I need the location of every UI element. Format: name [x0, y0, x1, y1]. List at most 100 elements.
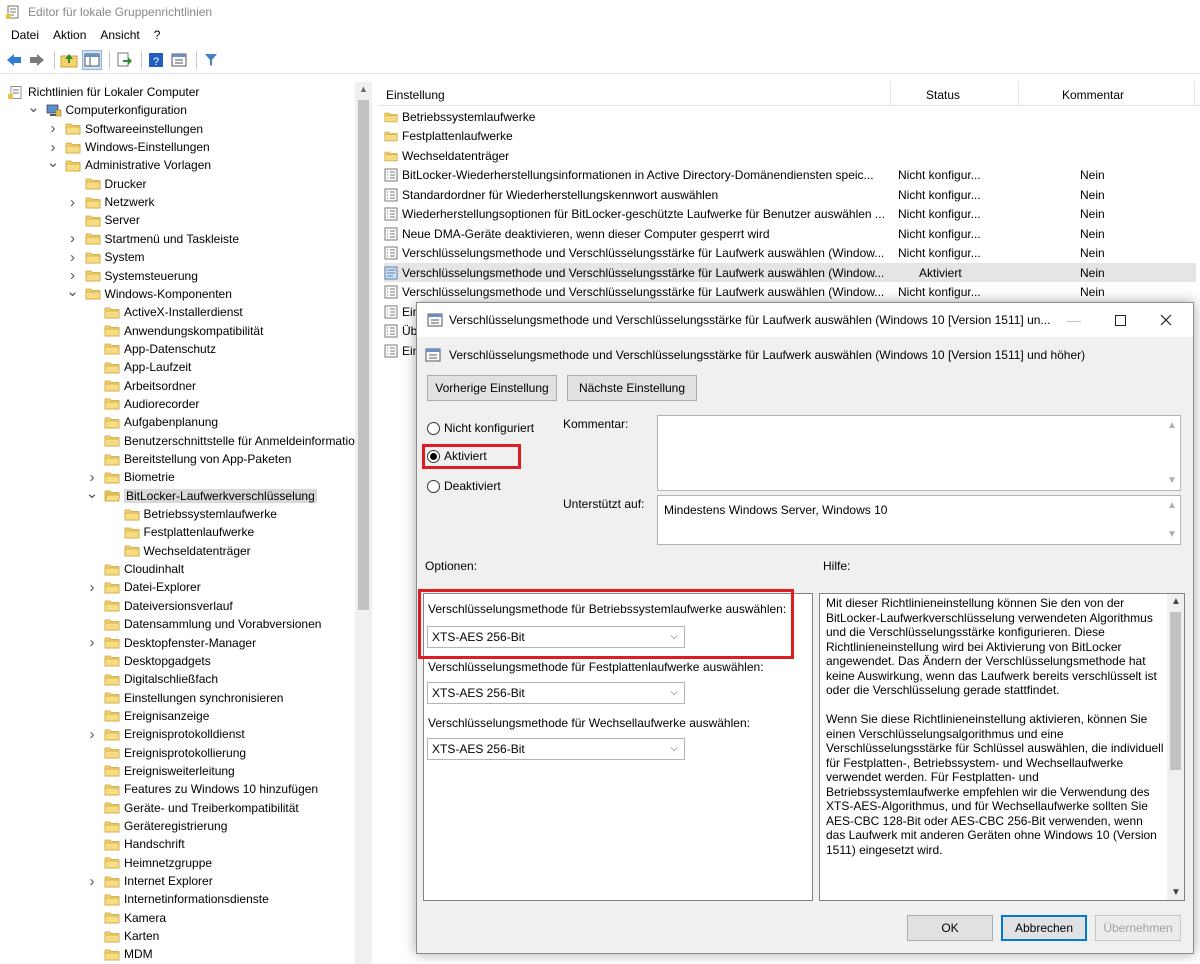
tree-item[interactable]: ⌄ Computerkonfiguration — [27, 99, 187, 119]
list-row[interactable]: Verschlüsselungsmethode und Verschlüssel… — [384, 244, 1196, 263]
menu-help[interactable]: ? — [147, 28, 168, 42]
tree-item[interactable]: › Datei-Explorer — [86, 578, 201, 596]
scroll-thumb[interactable] — [358, 100, 369, 610]
tree-item[interactable]: ⌄ Windows-Komponenten — [66, 283, 232, 303]
chevron-right-icon[interactable]: › — [67, 230, 79, 247]
tree-item[interactable]: Festplattenlaufwerke — [106, 523, 254, 541]
properties-icon[interactable] — [169, 50, 189, 70]
tree-item[interactable]: Wechseldatenträger — [106, 542, 251, 560]
list-row[interactable]: Betriebssystemlaufwerke — [384, 107, 1196, 126]
maximize-button[interactable] — [1097, 303, 1143, 337]
removable-drive-encryption-select[interactable]: XTS-AES 256-Bit ⌵ — [427, 738, 685, 760]
help-icon[interactable]: ? — [146, 50, 166, 70]
tree-item[interactable]: Arbeitsordner — [86, 377, 196, 395]
tree-item[interactable]: App-Laufzeit — [86, 358, 191, 376]
menu-view[interactable]: Ansicht — [93, 28, 146, 42]
fixed-drive-encryption-select[interactable]: XTS-AES 256-Bit ⌵ — [427, 682, 685, 704]
chevron-right-icon[interactable]: › — [47, 139, 59, 156]
tree-item[interactable]: App-Datenschutz — [86, 340, 216, 358]
supported-scrollbar[interactable]: ▲ ▼ — [1163, 496, 1180, 544]
tree-item[interactable]: Karten — [86, 927, 159, 945]
chevron-right-icon[interactable]: › — [86, 873, 98, 890]
minimize-button[interactable]: — — [1051, 303, 1097, 337]
previous-setting-button[interactable]: Vorherige Einstellung — [427, 375, 557, 401]
tree-item[interactable]: Ereignisanzeige — [86, 707, 209, 725]
chevron-right-icon[interactable]: › — [86, 579, 98, 596]
tree-item[interactable]: ⌄ BitLocker-Laufwerkverschlüsselung — [86, 485, 317, 505]
show-hide-tree-icon[interactable] — [82, 49, 102, 70]
up-folder-icon[interactable] — [59, 50, 79, 70]
chevron-right-icon[interactable]: › — [86, 469, 98, 486]
close-button[interactable] — [1143, 303, 1189, 337]
tree-item[interactable]: › Desktopfenster-Manager — [86, 634, 257, 652]
comment-textarea[interactable]: ▲ ▼ — [657, 415, 1181, 491]
scroll-thumb[interactable] — [1170, 612, 1181, 770]
tree-item[interactable]: Cloudinhalt — [86, 560, 184, 578]
chevron-right-icon[interactable]: › — [67, 194, 79, 211]
chevron-right-icon[interactable]: › — [47, 120, 59, 137]
chevron-down-icon[interactable]: ⌄ — [47, 154, 60, 171]
tree-item[interactable]: Bereitstellung von App-Paketen — [86, 450, 291, 468]
tree-item[interactable]: › Internet Explorer — [86, 872, 213, 890]
scroll-down-icon[interactable]: ▼ — [1171, 887, 1181, 898]
export-list-icon[interactable] — [114, 50, 134, 70]
list-row[interactable]: Wechseldatenträger — [384, 146, 1196, 165]
tree-item[interactable]: Geräte- und Treiberkompatibilität — [86, 799, 299, 817]
tree-item[interactable]: ActiveX-Installerdienst — [86, 303, 243, 321]
list-row[interactable]: BitLocker-Wiederherstellungsinformatione… — [384, 166, 1196, 185]
tree-item[interactable]: › Windows-Einstellungen — [47, 138, 210, 156]
tree-item[interactable]: Digitalschließfach — [86, 670, 218, 688]
column-setting[interactable]: Einstellung — [386, 88, 445, 102]
tree-item[interactable]: Drucker — [67, 175, 147, 193]
list-row[interactable]: Verschlüsselungsmethode und Verschlüssel… — [384, 283, 1196, 302]
help-scrollbar[interactable]: ▲ ▼ — [1167, 594, 1184, 900]
menu-action[interactable]: Aktion — [46, 28, 93, 42]
comment-scrollbar[interactable]: ▲ ▼ — [1163, 416, 1180, 490]
column-comment[interactable]: Kommentar — [1062, 88, 1124, 102]
apply-button[interactable]: Übernehmen — [1095, 915, 1181, 941]
tree-item[interactable]: Einstellungen synchronisieren — [86, 689, 283, 707]
tree-item[interactable]: Kamera — [86, 909, 166, 927]
tree-item[interactable]: Audiorecorder — [86, 395, 199, 413]
chevron-down-icon[interactable]: ⌄ — [27, 99, 40, 116]
radio-not-configured[interactable]: Nicht konfiguriert — [427, 421, 534, 435]
cancel-button[interactable]: Abbrechen — [1001, 915, 1087, 941]
tree-item[interactable]: Anwendungskompatibilität — [86, 322, 263, 340]
tree-item[interactable]: › Biometrie — [86, 468, 175, 486]
list-row[interactable]: Standardordner für Wiederherstellungsken… — [384, 185, 1196, 204]
scroll-up-icon[interactable]: ▲ — [359, 84, 368, 94]
tree-item[interactable]: Benutzerschnittstelle für Anmeldeinforma… — [86, 432, 361, 450]
tree-item[interactable]: Ereignisprotokollierung — [86, 744, 246, 762]
radio-circle[interactable] — [427, 479, 440, 493]
scroll-up-icon[interactable]: ▲ — [1171, 596, 1181, 607]
tree-item[interactable]: › Startmenü und Taskleiste — [67, 230, 239, 248]
tree-item[interactable]: Dateiversionsverlauf — [86, 597, 233, 615]
chevron-down-icon[interactable]: ⌄ — [66, 283, 79, 300]
ok-button[interactable]: OK — [907, 915, 993, 941]
chevron-down-icon[interactable]: ⌄ — [86, 485, 99, 502]
list-row[interactable]: Verschlüsselungsmethode und Verschlüssel… — [384, 263, 1196, 282]
tree-item[interactable]: MDM — [86, 945, 153, 963]
list-row[interactable]: Neue DMA-Geräte deaktivieren, wenn diese… — [384, 224, 1196, 243]
chevron-right-icon[interactable]: › — [67, 267, 79, 284]
tree-item[interactable]: Betriebssystemlaufwerke — [106, 505, 277, 523]
tree-item[interactable]: › Ereignisprotokolldienst — [86, 725, 245, 743]
tree-item[interactable]: Heimnetzgruppe — [86, 854, 212, 872]
tree-item[interactable]: Internetinformationsdienste — [86, 890, 269, 908]
tree-item[interactable]: Geräteregistrierung — [86, 817, 227, 835]
tree-item[interactable]: › Softwareeinstellungen — [47, 120, 204, 138]
tree-item[interactable]: › Systemsteuerung — [67, 267, 198, 285]
tree-item[interactable]: Aufgabenplanung — [86, 413, 218, 431]
tree-scrollbar[interactable]: ▲ — [355, 82, 372, 964]
radio-circle[interactable] — [427, 421, 440, 435]
tree-item[interactable]: › Netzwerk — [67, 193, 155, 211]
chevron-right-icon[interactable]: › — [86, 634, 98, 651]
tree-item[interactable]: › System — [67, 248, 145, 266]
next-setting-button[interactable]: Nächste Einstellung — [567, 375, 697, 401]
menu-file[interactable]: Datei — [4, 28, 46, 42]
tree-item[interactable]: Desktopgadgets — [86, 652, 211, 670]
tree-item[interactable]: Datensammlung und Vorabversionen — [86, 615, 321, 633]
chevron-right-icon[interactable]: › — [86, 726, 98, 743]
filter-icon[interactable] — [201, 50, 221, 70]
tree-item[interactable]: Ereignisweiterleitung — [86, 762, 235, 780]
